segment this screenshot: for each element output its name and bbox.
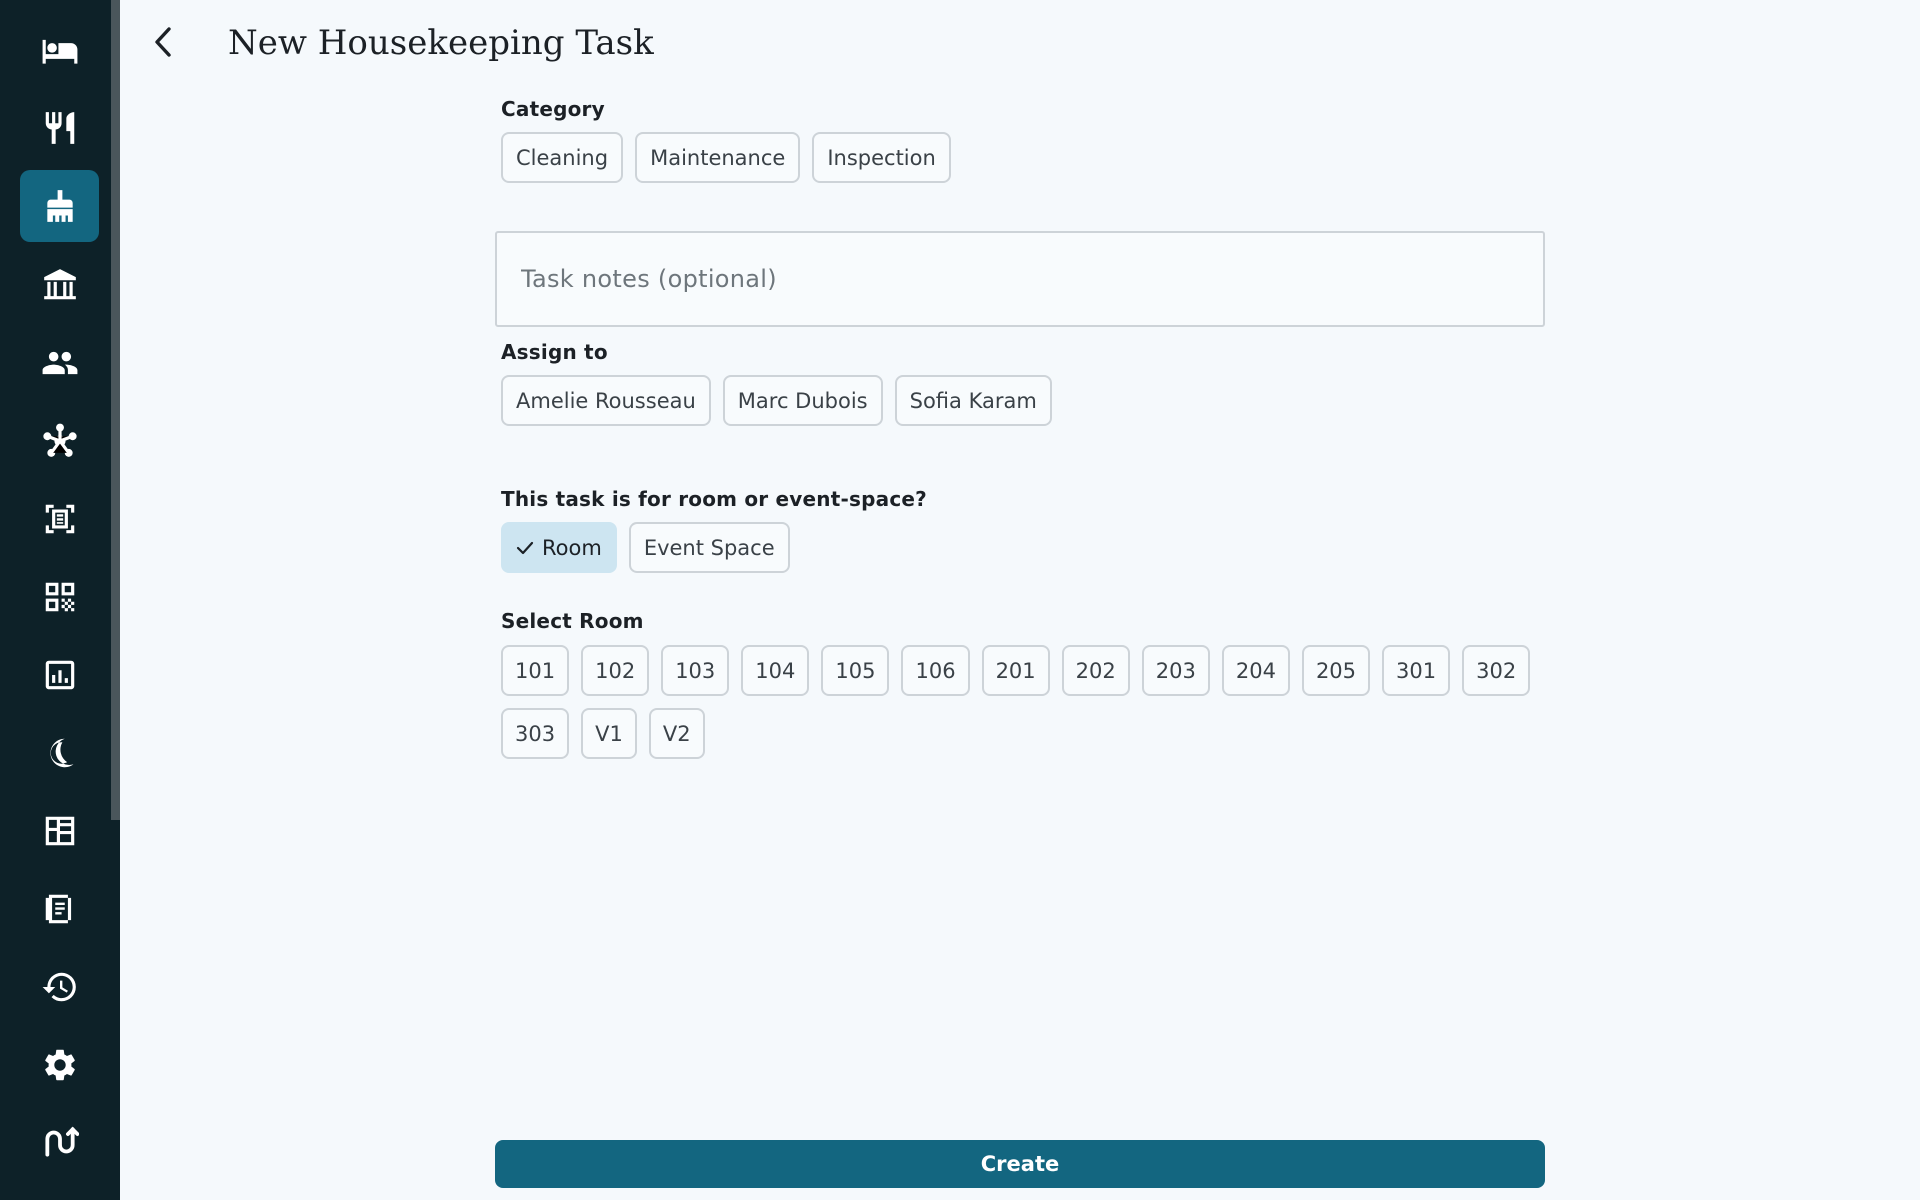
floor-plan-icon (45, 816, 74, 846)
report-icon (45, 660, 74, 690)
space-type-label: This task is for room or event-space? (501, 487, 927, 511)
room-options-row-2: 303 V1 V2 (501, 708, 705, 759)
sidebar-item-housekeeping[interactable] (20, 170, 99, 242)
sidebar (0, 0, 120, 1200)
room-chip[interactable]: 301 (1382, 645, 1451, 696)
qr-code-icon (45, 582, 74, 612)
receipt-icon (45, 894, 71, 924)
room-chip[interactable]: 103 (661, 645, 730, 696)
history-icon (42, 972, 76, 1002)
sidebar-item-property[interactable] (20, 249, 99, 321)
flow-icon (44, 1126, 79, 1157)
category-chip-inspection[interactable]: Inspection (812, 132, 951, 183)
sidebar-item-settings[interactable] (20, 1029, 99, 1101)
assign-label: Assign to (501, 340, 608, 364)
sidebar-item-rooms[interactable] (20, 15, 99, 87)
room-chip[interactable]: 101 (501, 645, 570, 696)
select-room-label: Select Room (501, 609, 644, 633)
building-icon (43, 269, 76, 300)
room-chip[interactable]: V2 (648, 708, 705, 759)
room-chip[interactable]: 303 (501, 708, 570, 759)
room-chip[interactable]: V1 (581, 708, 637, 759)
sidebar-scrollbar[interactable] (111, 0, 120, 820)
check-icon (516, 541, 534, 555)
task-notes-input[interactable] (495, 231, 1545, 327)
space-type-chip-room[interactable]: Room (501, 522, 617, 573)
room-chip[interactable]: 202 (1061, 645, 1130, 696)
room-chip[interactable]: 105 (821, 645, 890, 696)
sidebar-item-floorplan[interactable] (20, 795, 99, 867)
category-chip-maintenance[interactable]: Maintenance (635, 132, 801, 183)
assign-options: Amelie Rousseau Marc Dubois Sofia Karam (501, 375, 1052, 426)
room-chip[interactable]: 201 (981, 645, 1050, 696)
sidebar-item-qr[interactable] (20, 561, 99, 633)
housekeeping-icon (46, 190, 73, 222)
room-chip[interactable]: 203 (1141, 645, 1210, 696)
back-button[interactable] (142, 20, 184, 64)
sidebar-item-hub[interactable] (20, 405, 99, 477)
sidebar-item-scanner[interactable] (20, 483, 99, 555)
room-chip[interactable]: 104 (741, 645, 810, 696)
room-options-row-1: 101 102 103 104 105 106 201 202 203 204 … (501, 645, 1531, 696)
space-type-options: Room Event Space (501, 522, 790, 573)
sidebar-item-flow[interactable] (20, 1106, 99, 1178)
page-title: New Housekeeping Task (228, 23, 654, 63)
sidebar-item-restaurant[interactable] (20, 92, 99, 164)
assignee-chip-sofia[interactable]: Sofia Karam (894, 375, 1052, 426)
sidebar-item-reports[interactable] (20, 639, 99, 711)
room-chip[interactable]: 106 (901, 645, 970, 696)
room-chip[interactable]: 205 (1301, 645, 1371, 696)
sidebar-item-history[interactable] (20, 951, 99, 1023)
create-button[interactable]: Create (495, 1140, 1545, 1188)
night-audit-icon (49, 738, 73, 768)
category-options: Cleaning Maintenance Inspection (501, 132, 951, 183)
restaurant-icon (45, 112, 74, 144)
document-scanner-icon (45, 504, 74, 534)
chevron-left-icon (155, 27, 171, 57)
hub-icon (42, 423, 77, 457)
assignee-chip-marc[interactable]: Marc Dubois (722, 375, 883, 426)
people-icon (42, 351, 77, 375)
category-chip-cleaning[interactable]: Cleaning (501, 132, 624, 183)
room-chip[interactable]: 204 (1221, 645, 1290, 696)
room-chip[interactable]: 102 (581, 645, 650, 696)
sidebar-item-receipts[interactable] (20, 873, 99, 945)
category-label: Category (501, 97, 605, 121)
space-type-chip-event-space[interactable]: Event Space (628, 522, 790, 573)
sidebar-item-staff[interactable] (20, 327, 99, 399)
space-type-room-label: Room (542, 535, 602, 560)
sidebar-item-night[interactable] (20, 717, 99, 789)
room-chip[interactable]: 302 (1462, 645, 1531, 696)
assignee-chip-amelie[interactable]: Amelie Rousseau (501, 375, 711, 426)
bed-icon (42, 39, 77, 64)
settings-icon (44, 1049, 75, 1081)
